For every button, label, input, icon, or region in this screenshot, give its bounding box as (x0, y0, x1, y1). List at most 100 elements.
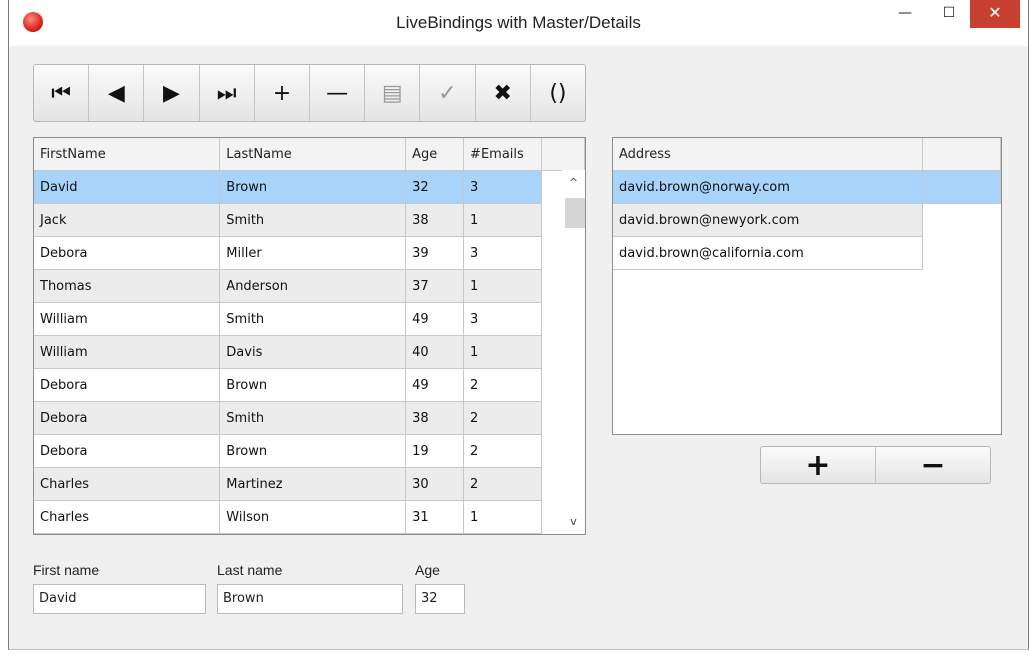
cell-age[interactable]: 39 (405, 236, 465, 270)
cell-firstname[interactable]: Charles (34, 500, 221, 534)
table-row[interactable]: Thomas Anderson 37 1 (34, 269, 585, 303)
first-record-button[interactable]: ⏮ (34, 65, 90, 121)
post-record-button[interactable]: ✓ (420, 65, 476, 121)
cell-lastname[interactable]: Davis (219, 335, 407, 369)
age-field[interactable]: 32 (415, 584, 465, 614)
table-row[interactable]: Charles Martinez 30 2 (34, 467, 585, 501)
cell-age[interactable]: 30 (405, 467, 465, 501)
refresh-button[interactable]: () (531, 65, 585, 121)
minimize-button[interactable]: — (884, 0, 926, 28)
cell-firstname[interactable]: Debora (34, 434, 221, 468)
scroll-up-icon[interactable]: ^ (562, 176, 585, 189)
cell-emails[interactable]: 2 (463, 434, 543, 468)
cell-filler (922, 170, 1001, 204)
cell-lastname[interactable]: Martinez (219, 467, 407, 501)
age-label: Age (415, 562, 440, 578)
cell-emails[interactable]: 3 (463, 302, 543, 336)
cell-firstname[interactable]: Debora (34, 401, 221, 435)
cell-lastname[interactable]: Smith (219, 203, 407, 237)
cell-firstname[interactable]: Jack (34, 203, 221, 237)
cancel-record-button[interactable]: ✖ (476, 65, 531, 121)
cell-lastname[interactable]: Brown (219, 434, 407, 468)
next-record-button[interactable]: ▶ (144, 65, 200, 121)
table-row[interactable]: Charles Wilson 31 1 (34, 500, 585, 534)
column-header-filler (922, 138, 1001, 171)
title-bar[interactable]: LiveBindings with Master/Details — ☐ ✕ (9, 0, 1028, 46)
edit-record-button[interactable]: ▤ (365, 65, 421, 121)
cell-firstname[interactable]: William (34, 302, 221, 336)
check-icon: ✓ (438, 80, 457, 106)
table-row[interactable]: david.brown@norway.com (613, 170, 1001, 204)
vertical-scrollbar[interactable]: ^ v (562, 170, 585, 534)
maximize-button[interactable]: ☐ (929, 0, 969, 28)
table-row[interactable]: William Smith 49 3 (34, 302, 585, 336)
table-row[interactable]: david.brown@california.com (613, 236, 1001, 270)
cell-emails[interactable]: 3 (463, 170, 543, 204)
table-row[interactable]: david.brown@newyork.com (613, 203, 1001, 237)
cell-age[interactable]: 38 (405, 203, 465, 237)
last-icon: ⏭ (216, 80, 237, 106)
last-record-button[interactable]: ⏭ (200, 65, 255, 121)
remove-email-button[interactable]: − (876, 447, 990, 483)
cell-age[interactable]: 40 (405, 335, 465, 369)
column-header-emails[interactable]: #Emails (463, 138, 543, 171)
detail-header-row: Address (613, 138, 1001, 171)
first-name-field[interactable]: David (33, 584, 206, 614)
cell-age[interactable]: 32 (405, 170, 465, 204)
cell-firstname[interactable]: Charles (34, 467, 221, 501)
prior-record-button[interactable]: ◀ (89, 65, 145, 121)
cell-age[interactable]: 37 (405, 269, 465, 303)
cell-firstname[interactable]: William (34, 335, 221, 369)
cell-lastname[interactable]: Anderson (219, 269, 407, 303)
cell-age[interactable]: 49 (405, 302, 465, 336)
column-header-address[interactable]: Address (613, 138, 924, 171)
cell-lastname[interactable]: Smith (219, 302, 407, 336)
cell-lastname[interactable]: Brown (219, 170, 407, 204)
scroll-thumb[interactable] (565, 198, 585, 228)
cell-address[interactable]: david.brown@california.com (613, 236, 924, 270)
cell-emails[interactable]: 2 (463, 401, 543, 435)
table-row[interactable]: Debora Brown 19 2 (34, 434, 585, 468)
cell-address[interactable]: david.brown@norway.com (613, 170, 924, 204)
table-row[interactable]: Jack Smith 38 1 (34, 203, 585, 237)
master-grid[interactable]: FirstName LastName Age #Emails David Brow… (33, 137, 586, 535)
delete-record-button[interactable]: — (310, 65, 366, 121)
column-header-firstname[interactable]: FirstName (34, 138, 221, 171)
scroll-down-icon[interactable]: v (562, 515, 585, 528)
insert-record-button[interactable]: + (255, 65, 311, 121)
cell-emails[interactable]: 1 (463, 269, 543, 303)
cell-firstname[interactable]: Debora (34, 368, 221, 402)
column-header-lastname[interactable]: LastName (219, 138, 407, 171)
app-window: LiveBindings with Master/Details — ☐ ✕ ⏮… (8, 0, 1029, 650)
table-row[interactable]: Debora Miller 39 3 (34, 236, 585, 270)
add-email-button[interactable]: + (761, 447, 876, 483)
cell-age[interactable]: 31 (405, 500, 465, 534)
cell-lastname[interactable]: Smith (219, 401, 407, 435)
cell-age[interactable]: 19 (405, 434, 465, 468)
cell-emails[interactable]: 1 (463, 500, 543, 534)
table-row[interactable]: Debora Brown 49 2 (34, 368, 585, 402)
cell-emails[interactable]: 3 (463, 236, 543, 270)
table-row[interactable]: Debora Smith 38 2 (34, 401, 585, 435)
cell-age[interactable]: 49 (405, 368, 465, 402)
last-name-field[interactable]: Brown (217, 584, 403, 614)
cell-firstname[interactable]: Thomas (34, 269, 221, 303)
table-row[interactable]: David Brown 32 3 (34, 170, 585, 204)
cell-age[interactable]: 38 (405, 401, 465, 435)
cell-firstname[interactable]: David (34, 170, 221, 204)
close-button[interactable]: ✕ (970, 0, 1020, 28)
cell-firstname[interactable]: Debora (34, 236, 221, 270)
cell-emails[interactable]: 1 (463, 335, 543, 369)
cell-emails[interactable]: 2 (463, 368, 543, 402)
minus-icon: — (326, 80, 349, 106)
cell-lastname[interactable]: Wilson (219, 500, 407, 534)
cell-lastname[interactable]: Brown (219, 368, 407, 402)
table-row[interactable]: William Davis 40 1 (34, 335, 585, 369)
cell-emails[interactable]: 1 (463, 203, 543, 237)
detail-grid[interactable]: Address david.brown@norway.com david.brow… (612, 137, 1002, 435)
cell-address[interactable]: david.brown@newyork.com (613, 203, 924, 237)
first-name-label: First name (33, 562, 100, 578)
cell-emails[interactable]: 2 (463, 467, 543, 501)
cell-lastname[interactable]: Miller (219, 236, 407, 270)
column-header-age[interactable]: Age (405, 138, 465, 171)
